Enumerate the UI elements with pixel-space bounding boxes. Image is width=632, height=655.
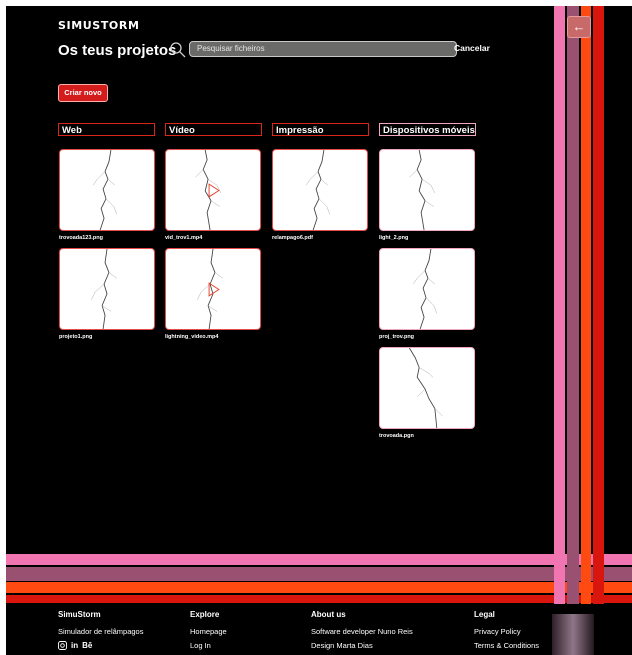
lightning-stroke xyxy=(424,200,434,207)
lightning-stroke xyxy=(421,179,436,194)
lightning-image xyxy=(409,150,436,230)
footer-legal: Legal Privacy Policy Terms & Conditions xyxy=(474,610,539,655)
footer-title: Legal xyxy=(474,610,495,619)
lightning-stroke xyxy=(419,367,434,378)
lightning-stroke xyxy=(318,198,331,215)
file-name: lightning_video.mp4 xyxy=(165,334,219,340)
category-web[interactable]: Web xyxy=(58,123,155,136)
lightning-image xyxy=(408,348,443,428)
arrow-left-icon: ← xyxy=(572,19,586,34)
file-name: trovoada.pgn xyxy=(379,433,414,439)
file-thumbnail[interactable] xyxy=(379,347,475,429)
cancel-button[interactable]: Cancelar xyxy=(454,43,490,53)
stripe-decoration xyxy=(6,582,632,593)
stripe-decoration xyxy=(554,6,565,604)
lightning-stroke xyxy=(416,150,426,230)
stripe-decoration xyxy=(581,6,591,604)
stripe-decoration xyxy=(6,567,632,581)
behance-icon[interactable]: Bē xyxy=(82,641,92,651)
file-name: proj_trov.png xyxy=(379,334,415,340)
file-name: vid_trov1.mp4 xyxy=(165,235,203,241)
lightning-stroke xyxy=(409,169,418,178)
footer-link-designer[interactable]: Design Marta Dias xyxy=(311,641,413,651)
lightning-stroke xyxy=(108,272,117,279)
footer-link-terms[interactable]: Terms & Conditions xyxy=(474,641,539,651)
footer-explore: Explore Homepage Log In xyxy=(190,610,227,655)
footer-title: Explore xyxy=(190,610,220,619)
file-name: trovoada123.png xyxy=(59,235,104,241)
video-thumbnail[interactable] xyxy=(165,149,261,231)
lightning-stroke xyxy=(434,408,443,417)
lightning-stroke xyxy=(427,278,435,285)
search-icon[interactable] xyxy=(169,41,187,59)
stripe-decoration xyxy=(6,595,632,603)
file-name: projeto1.png xyxy=(59,334,93,340)
category-video[interactable]: Vídeo xyxy=(165,123,262,136)
lightning-stroke xyxy=(417,388,426,397)
linkedin-icon[interactable]: in xyxy=(71,641,78,651)
footer-tagline: Simulador de relâmpagos xyxy=(58,627,144,636)
lightning-stroke xyxy=(197,283,211,300)
lightning-stroke xyxy=(320,179,328,186)
footer-brand: SimuStorm Simulador de relâmpagos in Bē xyxy=(58,610,143,651)
lightning-stroke xyxy=(107,179,115,186)
decorative-gradient xyxy=(552,614,594,655)
lightning-stroke xyxy=(214,272,223,279)
page-title: Os teus projetos xyxy=(58,42,177,59)
file-thumbnail[interactable] xyxy=(59,149,155,231)
footer-title: SimuStorm xyxy=(58,610,101,619)
lightning-stroke xyxy=(413,270,426,285)
file-thumbnail[interactable] xyxy=(379,149,475,231)
lightning-stroke xyxy=(312,150,325,230)
footer-title: About us xyxy=(311,610,346,619)
lightning-stroke xyxy=(91,283,105,300)
lightning-stroke xyxy=(93,171,106,186)
footer-about: About us Software developer Nuno Reis De… xyxy=(311,610,413,655)
logo: SIMUSTORM xyxy=(58,19,140,32)
file-thumbnail[interactable] xyxy=(59,248,155,330)
footer-link-login[interactable]: Log In xyxy=(190,641,227,651)
lightning-stroke xyxy=(105,198,118,215)
file-thumbnail[interactable] xyxy=(272,149,368,231)
lightning-image xyxy=(413,249,438,329)
footer-link-homepage[interactable]: Homepage xyxy=(190,627,227,637)
lightning-stroke xyxy=(202,150,212,230)
lightning-stroke xyxy=(408,348,438,428)
stripe-decoration xyxy=(567,6,579,604)
lightning-stroke xyxy=(195,169,204,178)
lightning-image xyxy=(93,150,118,230)
stripe-decoration xyxy=(593,6,604,604)
lightning-stroke xyxy=(306,171,319,186)
footer-link-privacy[interactable]: Privacy Policy xyxy=(474,627,539,637)
video-thumbnail[interactable] xyxy=(165,248,261,330)
lightning-stroke xyxy=(101,249,110,329)
lightning-image xyxy=(306,150,331,230)
file-thumbnail[interactable] xyxy=(379,248,475,330)
back-button[interactable]: ← xyxy=(567,16,591,38)
category-mobile[interactable]: Dispositivos móveis xyxy=(379,123,476,136)
category-print[interactable]: Impressão xyxy=(272,123,369,136)
lightning-image xyxy=(195,150,222,230)
lightning-image xyxy=(197,249,223,329)
stripe-decoration xyxy=(6,554,632,565)
lightning-stroke xyxy=(210,200,220,207)
file-name: light_2.png xyxy=(379,235,409,241)
lightning-stroke xyxy=(99,150,112,230)
instagram-icon[interactable] xyxy=(58,641,67,651)
search-input[interactable] xyxy=(189,41,457,57)
lightning-stroke xyxy=(419,249,432,329)
lightning-image xyxy=(91,249,117,329)
app-frame: ← SIMUSTORM Os teus projetos Cancelar Cr… xyxy=(6,6,632,655)
create-new-button[interactable]: Criar novo xyxy=(58,84,108,102)
file-name: relampago6.pdf xyxy=(272,235,313,241)
footer-link-developer[interactable]: Software developer Nuno Reis xyxy=(311,627,413,637)
lightning-stroke xyxy=(425,297,438,314)
